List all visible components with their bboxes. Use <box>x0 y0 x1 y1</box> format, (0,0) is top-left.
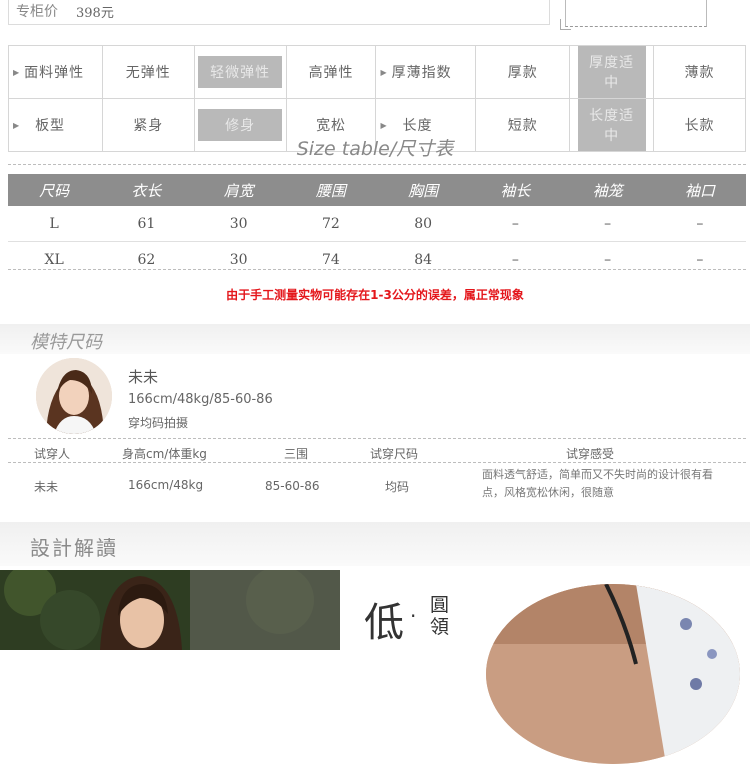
fit-header-feeling: 试穿感受 <box>566 447 615 461</box>
design-vertical-text: 圓領 <box>430 594 450 638</box>
section-band-model <box>0 324 750 354</box>
model-name: 未未 <box>128 368 159 386</box>
fit-header-person: 试穿人 <box>34 447 71 461</box>
table-cell: XL <box>8 241 101 277</box>
size-table-header: 袖口 <box>653 174 746 206</box>
attribute-option: 无弹性 <box>101 45 195 99</box>
table-row: L 61 30 72 80 – – – <box>8 206 746 242</box>
table-cell: – <box>511 215 519 232</box>
measurement-note: 由于手工测量实物可能存在1-3公分的误差，属正常现象 <box>226 288 524 302</box>
size-table-header: 尺码 <box>8 174 101 206</box>
fit-header-height-weight: 身高cm/体重kg <box>122 447 207 461</box>
attribute-option: 薄款 <box>653 45 746 99</box>
table-cell: – <box>696 215 704 232</box>
size-table-title: Size table/尺寸表 <box>296 138 454 160</box>
size-table-header: 袖笼 <box>561 174 654 206</box>
size-table-header: 衣长 <box>100 174 193 206</box>
triangle-bullet-icon: ▶ <box>13 68 21 77</box>
table-cell: 80 <box>414 215 433 232</box>
table-cell: 62 <box>100 241 193 277</box>
divider <box>8 164 746 165</box>
neckline-detail-photo <box>486 584 740 764</box>
table-cell: 72 <box>321 215 340 232</box>
fit-header-size: 试穿尺码 <box>370 447 419 461</box>
attribute-head-thickness: ▶ 厚薄指数 <box>375 45 477 99</box>
triangle-bullet-icon: ▶ <box>380 68 388 77</box>
size-table-header: 肩宽 <box>192 174 285 206</box>
fit-header-measurements: 三围 <box>284 447 309 461</box>
attribute-option: 厚款 <box>475 45 571 99</box>
model-stats: 166cm/48kg/85-60-86 <box>128 392 273 407</box>
divider <box>8 462 746 463</box>
triangle-bullet-icon: ▶ <box>13 121 21 130</box>
size-table: 尺码 衣长 肩宽 腰围 胸围 袖长 袖笼 袖口 L 61 30 72 80 – … <box>8 174 746 277</box>
table-cell: L <box>49 215 59 232</box>
table-cell: – <box>653 241 746 277</box>
attribute-option-selected: 轻微弹性 <box>193 45 287 99</box>
table-cell: 61 <box>137 215 156 232</box>
price-label: 专柜价 <box>16 4 58 20</box>
divider <box>8 269 746 270</box>
size-table-header-row: 尺码 衣长 肩宽 腰围 胸围 袖长 袖笼 袖口 <box>8 174 746 206</box>
fit-size: 均码 <box>385 480 410 494</box>
triangle-bullet-icon: ▶ <box>380 121 388 130</box>
section-title-design: 設計解讀 <box>30 536 118 560</box>
table-cell: – <box>561 241 654 277</box>
table-cell: 30 <box>192 241 285 277</box>
size-table-header: 腰围 <box>284 174 377 206</box>
avatar <box>36 358 112 434</box>
design-dot: · <box>410 604 417 628</box>
attribute-option-selected: 厚度适中 <box>569 45 655 99</box>
design-low-char: 低 <box>364 600 404 646</box>
table-row: XL 62 30 74 84 – – – <box>8 241 746 277</box>
fit-measurements: 85-60-86 <box>265 479 320 493</box>
size-table-header: 袖长 <box>469 174 562 206</box>
table-cell: 74 <box>284 241 377 277</box>
fit-feeling: 面料透气舒适，简单而又不失时尚的设计很有看点，风格宽松休闲，很随意 <box>482 468 713 499</box>
attribute-head-elasticity: ▶ 面料弹性 <box>8 45 103 99</box>
divider <box>8 438 746 439</box>
table-cell: – <box>469 241 562 277</box>
table-cell: 30 <box>229 215 248 232</box>
attribute-option: 高弹性 <box>285 45 377 99</box>
size-table-header: 胸围 <box>377 174 470 206</box>
model-wear-note: 穿均码拍摄 <box>128 416 189 430</box>
table-cell: 84 <box>377 241 470 277</box>
garment-sketch-image <box>560 0 707 30</box>
section-title-model: 模特尺码 <box>30 332 102 353</box>
fit-person: 未未 <box>34 480 59 494</box>
fit-height-weight: 166cm/48kg <box>128 478 204 492</box>
table-cell: – <box>604 215 612 232</box>
attribute-row-elasticity: ▶ 面料弹性 无弹性 轻微弹性 高弹性 ▶ 厚薄指数 厚款 厚度适中 薄款 <box>8 45 746 99</box>
price-value: 398元 <box>76 6 114 21</box>
model-photo <box>0 570 340 650</box>
